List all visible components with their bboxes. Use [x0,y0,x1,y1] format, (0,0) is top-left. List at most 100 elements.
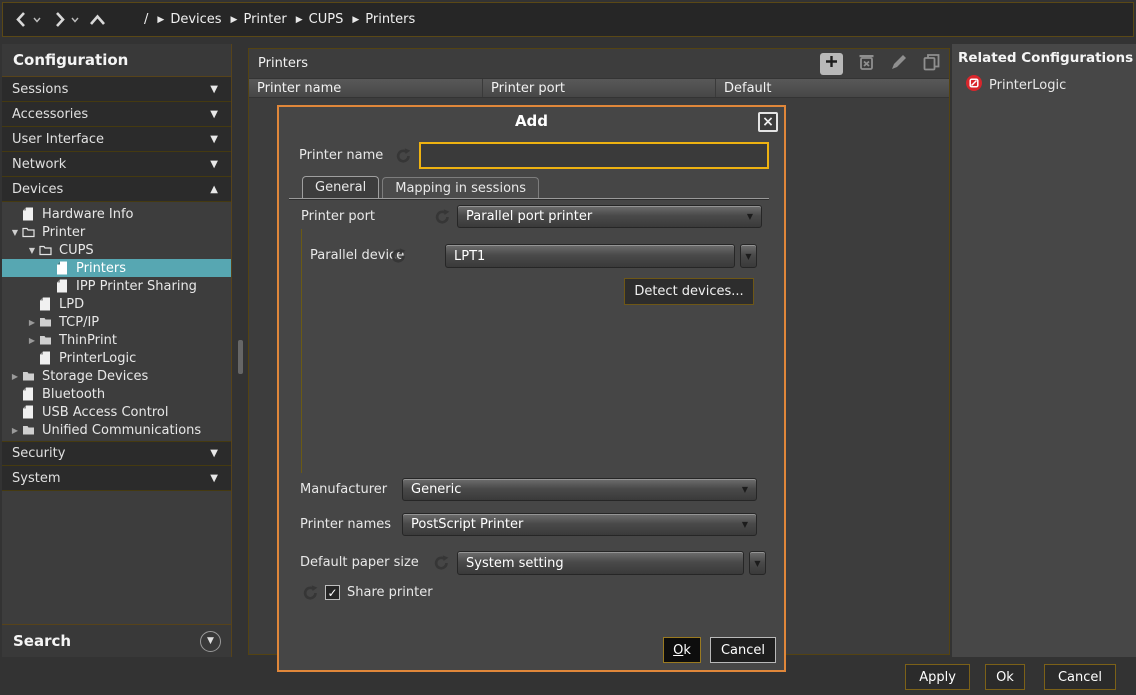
dialog-titlebar[interactable]: Add × [279,107,784,137]
cancel-button[interactable]: Cancel [1044,664,1116,690]
copy-printer-button[interactable] [923,53,940,75]
reset-icon[interactable] [433,555,450,571]
add-printer-button[interactable] [820,53,843,75]
configuration-sidebar: Configuration Sessions ▼ Accessories ▼ U… [2,44,232,657]
apply-label: Apply [919,670,956,685]
ok-button[interactable]: Ok [985,664,1025,690]
dialog-ok-button[interactable]: Ok [663,637,701,663]
chevron-down-icon: ▼ [210,84,218,95]
forward-button[interactable] [51,11,79,28]
cancel-label: Cancel [1058,670,1102,685]
edit-printer-button[interactable] [890,53,908,75]
paper-size-value: System setting [466,556,564,571]
expander-open-icon[interactable]: ▼ [25,246,39,255]
tree-item-bluetooth[interactable]: Bluetooth [2,385,231,403]
panel-title: Printers [258,56,308,71]
breadcrumb-printer[interactable]: ▶ Printer [231,12,287,27]
breadcrumb-label: Devices [170,12,221,27]
dialog-cancel-button[interactable]: Cancel [710,637,776,663]
sidebar-section-security[interactable]: Security ▼ [2,441,231,466]
sidebar-section-sessions[interactable]: Sessions ▼ [2,77,231,102]
printer-port-dropdown[interactable]: Parallel port printer ▼ [457,205,762,228]
folder-closed-icon [39,316,52,328]
tree-item-label: TCP/IP [59,315,99,330]
related-item-label: PrinterLogic [989,78,1066,93]
tree-item-ipp-printer-sharing[interactable]: IPP Printer Sharing [2,277,231,295]
breadcrumb-devices[interactable]: ▶ Devices [157,12,221,27]
tree-item-storage-devices[interactable]: ▶ Storage Devices [2,367,231,385]
breadcrumb-root[interactable]: / [144,12,148,27]
tree-item-printerlogic[interactable]: PrinterLogic [2,349,231,367]
delete-printer-button[interactable] [858,53,875,75]
navigation-toolbar: / ▶ Devices ▶ Printer ▶ CUPS ▶ Printers [2,2,1134,37]
folder-closed-icon [22,370,35,382]
tree-item-usb-access-control[interactable]: USB Access Control [2,403,231,421]
folder-open-icon [39,244,52,256]
tree-item-cups[interactable]: ▼ CUPS [2,241,231,259]
reset-icon[interactable] [395,148,412,164]
sidebar-section-user-interface[interactable]: User Interface ▼ [2,127,231,152]
tree-item-tcpip[interactable]: ▶ TCP/IP [2,313,231,331]
expander-closed-icon[interactable]: ▶ [25,318,39,327]
ok-label: O [673,643,683,658]
parallel-device-dropdown-button[interactable]: ▼ [740,244,757,268]
share-printer-checkbox[interactable]: ✓ [325,585,340,600]
footer-buttons: Apply Ok Cancel [905,664,1116,690]
sidebar-section-network[interactable]: Network ▼ [2,152,231,177]
tree-item-label: Bluetooth [42,387,105,402]
printer-names-dropdown[interactable]: PostScript Printer ▼ [402,513,757,536]
panel-splitter[interactable] [233,44,247,657]
manufacturer-dropdown[interactable]: Generic ▼ [402,478,757,501]
tree-item-thinprint[interactable]: ▶ ThinPrint [2,331,231,349]
tree-item-printers-selected[interactable]: Printers [2,259,231,277]
up-button[interactable] [89,14,106,26]
column-header-default[interactable]: Default [716,79,949,97]
back-button[interactable] [13,11,41,28]
tab-general[interactable]: General [302,176,379,200]
splitter-handle-icon[interactable] [238,340,243,374]
tree-item-label: Unified Communications [42,423,201,438]
tab-mapping-in-sessions[interactable]: Mapping in sessions [382,177,539,200]
expander-open-icon[interactable]: ▼ [8,228,22,237]
tree-item-lpd[interactable]: LPD [2,295,231,313]
column-header-printer-name[interactable]: Printer name [249,79,483,97]
breadcrumb-printers[interactable]: ▶ Printers [352,12,415,27]
breadcrumb-cups[interactable]: ▶ CUPS [296,12,344,27]
forward-history-chevron-icon[interactable] [71,17,79,23]
paper-size-combobox[interactable]: System setting [457,551,744,575]
chevron-down-icon: ▼ [210,448,218,459]
apply-button[interactable]: Apply [905,664,970,690]
printer-name-input[interactable] [419,142,769,169]
forward-icon [51,11,68,28]
expander-closed-icon[interactable]: ▶ [25,336,39,345]
close-icon[interactable]: × [758,112,778,132]
sidebar-title: Configuration [2,44,231,77]
expander-closed-icon[interactable]: ▶ [8,426,22,435]
dialog-title: Add [279,107,784,135]
column-header-printer-port[interactable]: Printer port [483,79,716,97]
tree-item-label: Hardware Info [42,207,134,222]
tree-item-unified-communications[interactable]: ▶ Unified Communications [2,421,231,439]
reset-icon[interactable] [390,248,407,264]
sidebar-section-accessories[interactable]: Accessories ▼ [2,102,231,127]
sidebar-section-system[interactable]: System ▼ [2,466,231,491]
detect-devices-button[interactable]: Detect devices... [624,278,754,305]
document-icon [56,279,69,293]
reset-icon[interactable] [434,209,451,225]
expander-closed-icon[interactable]: ▶ [8,372,22,381]
search-expand-button[interactable]: ▼ [200,631,221,652]
chevron-down-icon: ▼ [210,159,218,170]
paper-size-dropdown-button[interactable]: ▼ [749,551,766,575]
sidebar-empty-area [2,491,231,624]
section-label: User Interface [12,132,104,147]
tree-item-printer[interactable]: ▼ Printer [2,223,231,241]
related-item-printerlogic[interactable]: PrinterLogic [966,75,1136,95]
chevron-down-icon: ▼ [210,109,218,120]
back-history-chevron-icon[interactable] [33,17,41,23]
sidebar-section-devices[interactable]: Devices ▲ [2,177,231,202]
tab-separator-line [289,198,769,200]
search-section[interactable]: Search ▼ [2,624,231,657]
reset-icon[interactable] [302,585,319,601]
tree-item-hardware-info[interactable]: Hardware Info [2,205,231,223]
parallel-device-combobox[interactable]: LPT1 [445,244,735,268]
